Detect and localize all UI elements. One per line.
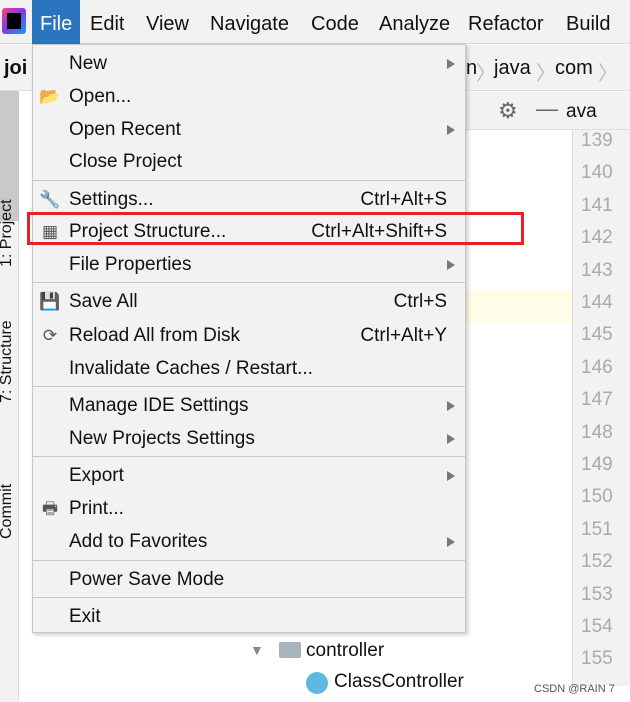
line-number: 141: [581, 194, 613, 216]
line-number: 149: [581, 454, 613, 475]
menu-item-exit[interactable]: Exit: [33, 601, 465, 633]
menu-view[interactable]: View: [138, 0, 197, 44]
menu-item-label: Power Save Mode: [69, 569, 225, 590]
line-number: 155: [581, 648, 613, 670]
intellij-logo-icon: [2, 8, 26, 34]
menu-build[interactable]: Build: [558, 0, 618, 44]
tree-class[interactable]: ClassController: [334, 671, 464, 693]
save-icon: 💾: [39, 292, 61, 311]
menu-item-label: Open...: [69, 86, 132, 107]
menu-item-label: Open Recent: [69, 119, 181, 140]
menu-item-label: Save All: [69, 291, 138, 312]
line-number: 150: [581, 486, 613, 508]
menu-item-new-projects-settings[interactable]: New Projects Settings: [33, 423, 465, 455]
expand-arrow-icon[interactable]: ▼: [250, 642, 264, 658]
menu-item-label: Print...: [69, 498, 124, 519]
menu-separator: [33, 282, 465, 283]
menu-item-power-save-mode[interactable]: Power Save Mode: [33, 564, 465, 596]
highlight-box: [27, 212, 524, 245]
tool-window-header: ⚙ — ava: [466, 92, 630, 130]
line-number: 152: [581, 551, 613, 573]
menu-item-export[interactable]: Export: [33, 460, 465, 492]
menu-separator: [33, 560, 465, 561]
menu-item-save-all[interactable]: 💾 Save All Ctrl+S: [33, 286, 465, 318]
submenu-arrow-icon: [447, 537, 455, 547]
submenu-arrow-icon: [447, 260, 455, 270]
project-name[interactable]: joi: [4, 57, 27, 80]
menu-item-label: Exit: [69, 606, 101, 627]
menu-item-label: Invalidate Caches / Restart...: [69, 358, 313, 379]
menu-navigate[interactable]: Navigate: [202, 0, 297, 44]
watermark: CSDN @RAIN 7: [534, 683, 615, 695]
line-number: 140: [581, 162, 613, 184]
line-number: 146: [581, 356, 613, 378]
menu-item-open[interactable]: 📂 Open...: [33, 81, 465, 113]
line-number: 139: [581, 130, 613, 151]
minimize-icon[interactable]: —: [536, 96, 558, 122]
menu-separator: [33, 180, 465, 181]
shortcut-label: Ctrl+S: [393, 291, 447, 312]
reload-icon: ⟳: [42, 326, 58, 345]
tab-commit[interactable]: Commit: [0, 484, 16, 539]
menu-item-label: Manage IDE Settings: [69, 395, 249, 416]
menu-item-label: Export: [69, 465, 124, 486]
menu-item-label: Reload All from Disk: [69, 325, 241, 346]
line-number: 144: [581, 292, 613, 313]
line-number: 153: [581, 583, 613, 605]
menu-code[interactable]: Code: [303, 0, 367, 44]
tree-folder[interactable]: controller: [306, 640, 384, 662]
line-number-gutter: 139 140 141 142 143 144 145 146 147 148 149 150 151 1…: [572, 130, 630, 686]
menu-separator: [33, 597, 465, 598]
left-tool-strip: 1: Project 7: Structure Commit: [0, 91, 19, 702]
line-number: 147: [581, 389, 613, 411]
menu-edit[interactable]: Edit: [82, 0, 132, 44]
submenu-arrow-icon: [447, 59, 455, 69]
editor-tab[interactable]: ava: [566, 101, 597, 123]
wrench-icon: 🔧: [39, 190, 61, 209]
line-number: 142: [581, 227, 613, 249]
menu-item-label: Add to Favorites: [69, 531, 208, 552]
breadcrumb-com[interactable]: com: [555, 57, 593, 80]
menu-item-label: New: [69, 53, 108, 74]
menu-item-manage-ide-settings[interactable]: Manage IDE Settings: [33, 390, 465, 422]
shortcut-label: Ctrl+Alt+Y: [360, 325, 447, 346]
menu-item-open-recent[interactable]: Open Recent: [33, 114, 465, 146]
menu-item-invalidate-caches-restart[interactable]: Invalidate Caches / Restart...: [33, 353, 465, 385]
menu-item-label: Close Project: [69, 151, 182, 172]
printer-icon: 🖶: [41, 499, 59, 518]
line-number: 148: [581, 421, 613, 443]
line-number: 145: [581, 324, 613, 346]
menu-separator: [33, 456, 465, 457]
line-number: 143: [581, 259, 613, 281]
menu-item-close-project[interactable]: Close Project: [33, 146, 465, 178]
line-number: 154: [581, 616, 613, 637]
menu-item-label: File Properties: [69, 254, 192, 275]
gear-icon[interactable]: ⚙: [498, 98, 518, 124]
menu-item-file-properties[interactable]: File Properties: [33, 249, 465, 281]
menu-bar: File Edit View Navigate Code Analyze Refactor B…: [0, 0, 630, 44]
menu-file[interactable]: File: [32, 0, 81, 44]
breadcrumb-java[interactable]: java: [494, 57, 531, 80]
submenu-arrow-icon: [447, 434, 455, 444]
menu-item-reload-all-from-disk[interactable]: ⟳ Reload All from Disk Ctrl+Alt+Y: [33, 320, 465, 352]
menu-item-label: New Projects Settings: [69, 428, 255, 449]
tab-project[interactable]: 1: Project: [0, 199, 16, 267]
file-menu: New 📂 Open... Open Recent Close Project 🔧 Sett…: [32, 44, 466, 633]
submenu-arrow-icon: [447, 401, 455, 411]
submenu-arrow-icon: [447, 125, 455, 135]
menu-refactor[interactable]: Refactor: [460, 0, 552, 44]
menu-item-new[interactable]: New: [33, 48, 465, 80]
menu-item-add-to-favorites[interactable]: Add to Favorites: [33, 526, 465, 558]
submenu-arrow-icon: [447, 471, 455, 481]
menu-item-print[interactable]: 🖶 Print...: [33, 493, 465, 525]
menu-separator: [33, 386, 465, 387]
class-icon: [306, 672, 328, 694]
folder-icon: [279, 642, 301, 658]
folder-open-icon: 📂: [39, 87, 61, 106]
menu-analyze[interactable]: Analyze: [371, 0, 458, 44]
line-number: 151: [581, 518, 613, 540]
tab-structure[interactable]: 7: Structure: [0, 320, 16, 403]
